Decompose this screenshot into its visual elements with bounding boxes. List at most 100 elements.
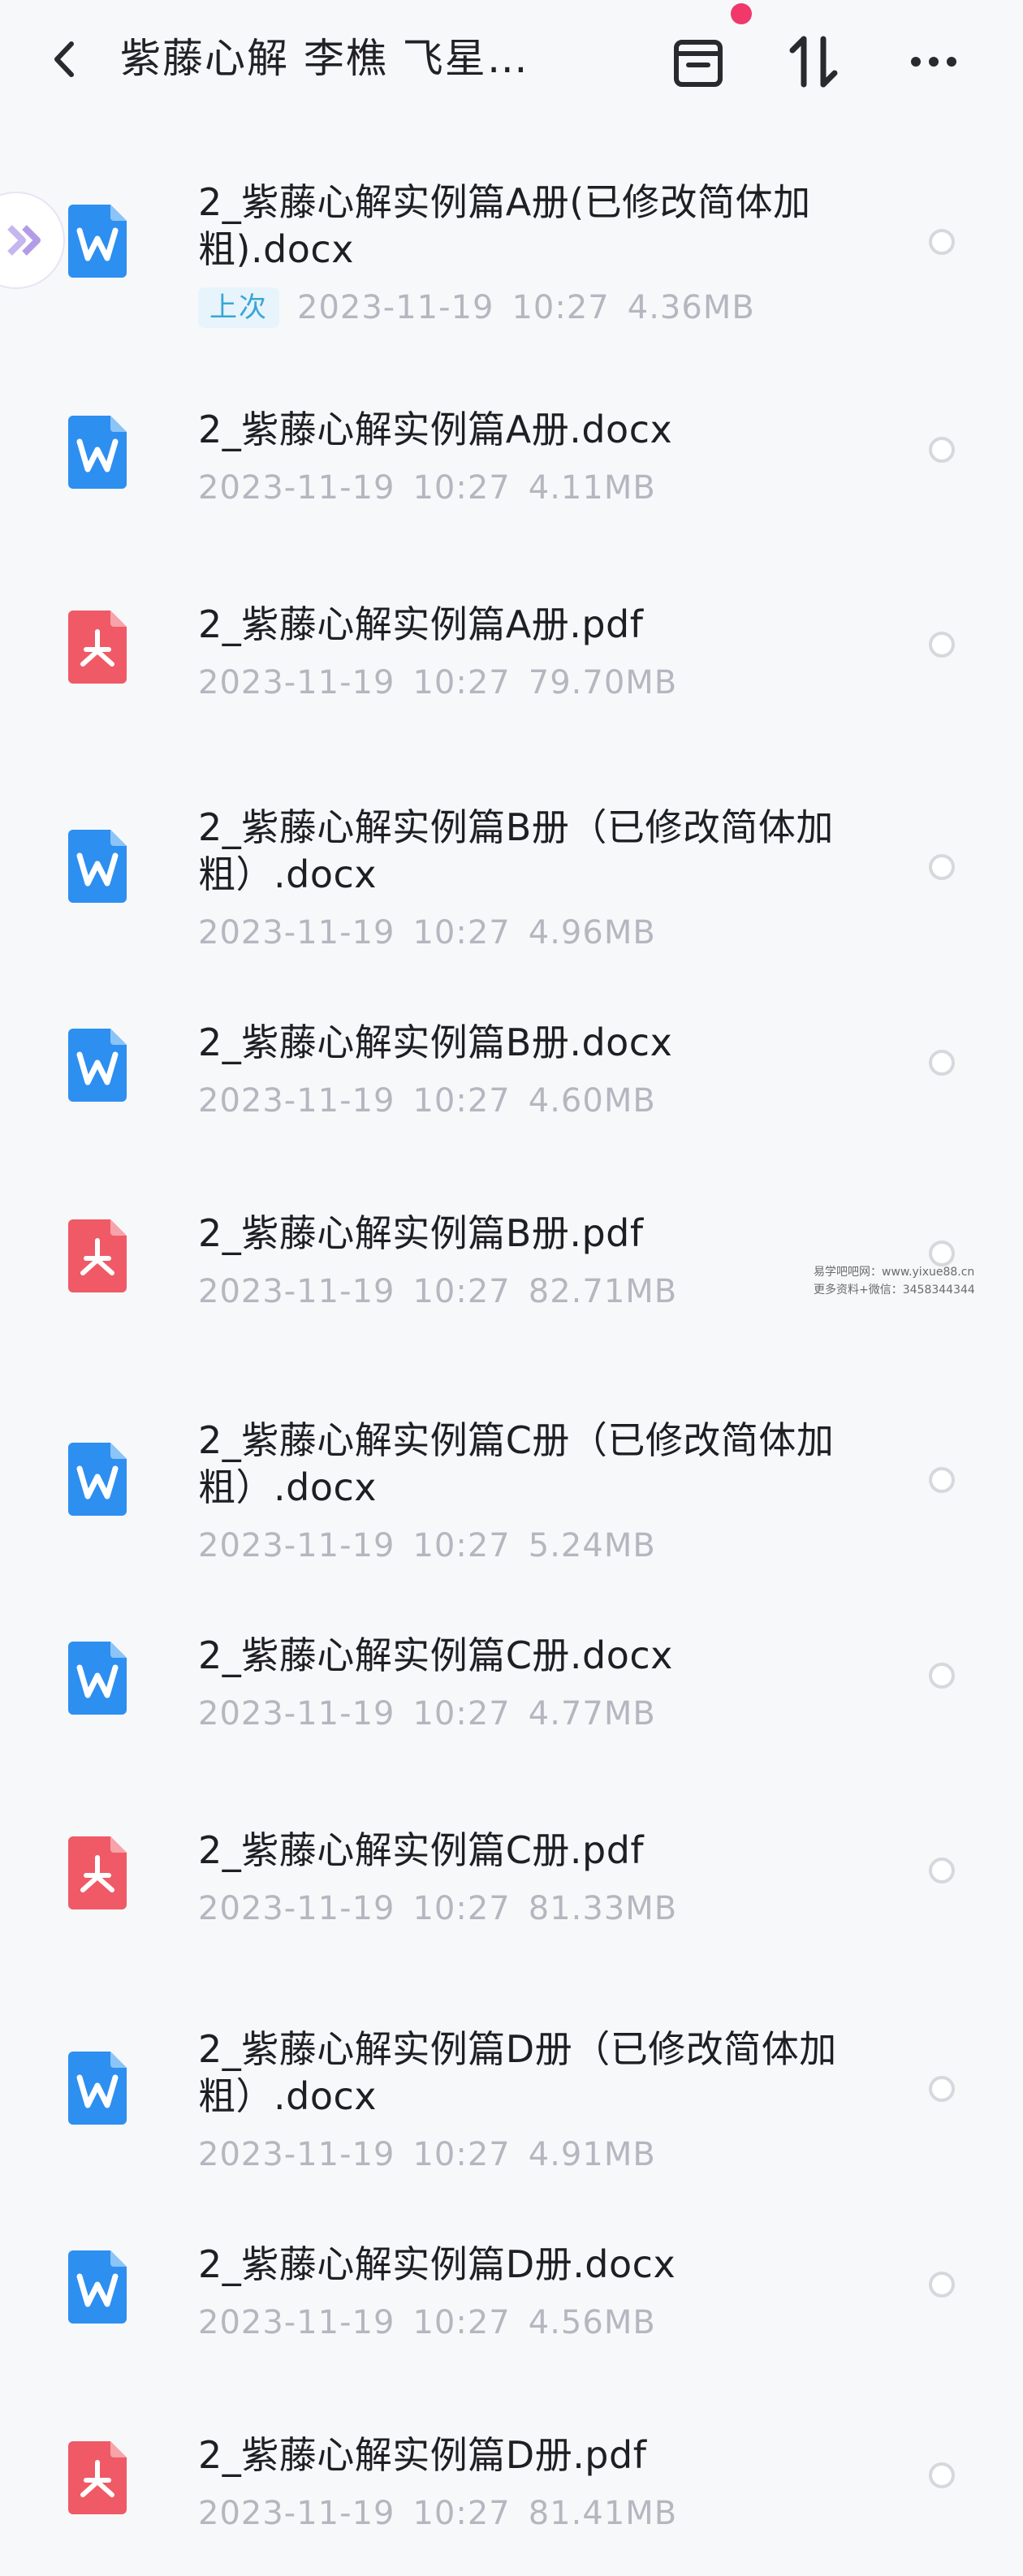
file-name: 2_紫藤心解实例篇B册（已修改简体加粗）.docx	[198, 805, 834, 896]
notification-dot	[731, 3, 752, 24]
select-radio[interactable]	[929, 1663, 955, 1689]
file-name: 2_紫藤心解实例篇C册（已修改简体加粗）.docx	[198, 1418, 835, 1509]
file-meta: 2023-11-19 10:27 4.60MB	[198, 1081, 674, 1121]
select-radio[interactable]	[929, 1858, 955, 1883]
file-date: 2023-11-19	[198, 1527, 395, 1564]
select-radio[interactable]	[929, 2076, 955, 2102]
word-file-icon	[65, 826, 130, 904]
file-size: 82.71MB	[528, 1273, 678, 1310]
file-name: 2_紫藤心解实例篇B册.pdf	[198, 1211, 644, 1255]
file-time: 10:27	[412, 1082, 511, 1120]
word-file-icon	[65, 2247, 130, 2325]
top-bar: 紫藤心解 李樵 飞星…	[0, 0, 1023, 122]
last-opened-badge: 上次	[198, 287, 279, 328]
pdf-file-icon	[65, 1833, 130, 1911]
file-size: 4.60MB	[528, 1082, 656, 1120]
file-date: 2023-11-19	[198, 2495, 395, 2532]
select-radio[interactable]	[929, 1467, 955, 1493]
sort-arrows-icon	[789, 36, 838, 88]
file-size: 4.36MB	[627, 289, 755, 326]
file-list-item[interactable]: 2_紫藤心解实例篇A册.docx 2023-11-19 10:27 4.11MB	[0, 373, 1023, 528]
word-file-icon	[65, 1439, 130, 1517]
select-radio[interactable]	[929, 2462, 955, 2488]
page-title: 紫藤心解 李樵 飞星…	[120, 35, 529, 82]
file-name: 2_紫藤心解实例篇A册.pdf	[198, 602, 644, 646]
file-list-item[interactable]: 2_紫藤心解实例篇C册（已修改简体加粗）.docx 2023-11-19 10:27…	[0, 1384, 1023, 1579]
file-name: 2_紫藤心解实例篇C册.docx	[198, 1633, 673, 1677]
file-list-item[interactable]: 2_紫藤心解实例篇D册.docx 2023-11-19 10:27 4.56MB	[0, 2208, 1023, 2362]
file-name: 2_紫藤心解实例篇A册.docx	[198, 408, 673, 451]
file-date: 2023-11-19	[198, 1082, 395, 1120]
more-dots-icon	[911, 57, 956, 67]
file-date: 2023-11-19	[198, 469, 395, 507]
file-list-item[interactable]: 2_紫藤心解实例篇A册.pdf 2023-11-19 10:27 79.70MB	[0, 568, 1023, 723]
file-time: 10:27	[412, 664, 511, 701]
file-size: 81.33MB	[528, 1890, 678, 1927]
file-date: 2023-11-19	[198, 1273, 395, 1310]
file-date: 2023-11-19	[297, 289, 494, 326]
archive-box-icon	[674, 40, 723, 87]
word-file-icon	[65, 201, 130, 279]
select-radio[interactable]	[929, 2272, 955, 2298]
back-button[interactable]	[42, 31, 91, 88]
word-file-icon	[65, 2048, 130, 2126]
pdf-file-icon	[65, 1216, 130, 1294]
file-date: 2023-11-19	[198, 664, 395, 701]
file-meta: 2023-11-19 10:27 4.91MB	[198, 2134, 674, 2175]
archive-button[interactable]	[666, 29, 731, 94]
file-name: 2_紫藤心解实例篇B册.docx	[198, 1020, 673, 1064]
file-name: 2_紫藤心解实例篇C册.pdf	[198, 1828, 645, 1872]
select-radio[interactable]	[929, 437, 955, 463]
file-date: 2023-11-19	[198, 1695, 395, 1732]
file-name: 2_紫藤心解实例篇D册（已修改简体加粗）.docx	[198, 2027, 837, 2118]
file-name: 2_紫藤心解实例篇D册.pdf	[198, 2433, 647, 2477]
file-size: 4.91MB	[528, 2136, 656, 2173]
file-time: 10:27	[412, 2495, 511, 2532]
sort-button[interactable]	[781, 29, 846, 94]
file-time: 10:27	[412, 1695, 511, 1732]
file-meta: 2023-11-19 10:27 4.96MB	[198, 913, 674, 953]
file-meta: 上次 2023-11-19 10:27 4.36MB	[198, 287, 773, 328]
file-list-item[interactable]: 2_紫藤心解实例篇C册.pdf 2023-11-19 10:27 81.33MB	[0, 1794, 1023, 1948]
file-date: 2023-11-19	[198, 2136, 395, 2173]
watermark: 易学吧吧网：www.yixue88.cn 更多资料+微信：3458344344	[814, 1266, 975, 1297]
file-time: 10:27	[412, 914, 511, 951]
file-time: 10:27	[412, 2136, 511, 2173]
file-time: 10:27	[412, 1527, 511, 1564]
file-name: 2_紫藤心解实例篇D册.docx	[198, 2242, 676, 2286]
chevron-left-icon	[54, 41, 74, 77]
file-list-item[interactable]: 2_紫藤心解实例篇B册.pdf 2023-11-19 10:27 82.71MB	[0, 1177, 1023, 1331]
file-meta: 2023-11-19 10:27 4.77MB	[198, 1694, 674, 1734]
file-list-item[interactable]: 2_紫藤心解实例篇B册.docx 2023-11-19 10:27 4.60MB	[0, 986, 1023, 1141]
select-radio[interactable]	[929, 229, 955, 255]
file-meta: 2023-11-19 10:27 4.11MB	[198, 468, 674, 508]
pdf-file-icon	[65, 2438, 130, 2516]
select-radio[interactable]	[929, 854, 955, 880]
file-time: 10:27	[412, 469, 511, 507]
file-meta: 2023-11-19 10:27 5.24MB	[198, 1525, 674, 1566]
file-size: 4.77MB	[528, 1695, 656, 1732]
file-size: 79.70MB	[528, 664, 678, 701]
file-list-item[interactable]: 2_紫藤心解实例篇D册.pdf 2023-11-19 10:27 81.41MB	[0, 2399, 1023, 2553]
file-name: 2_紫藤心解实例篇A册(已修改简体加粗).docx	[198, 180, 811, 271]
word-file-icon	[65, 1025, 130, 1103]
file-meta: 2023-11-19 10:27 81.41MB	[198, 2493, 695, 2534]
file-time: 10:27	[412, 2304, 511, 2341]
file-size: 4.96MB	[528, 914, 656, 951]
file-time: 10:27	[412, 1273, 511, 1310]
file-time: 10:27	[512, 289, 610, 326]
file-list-item[interactable]: 2_紫藤心解实例篇B册（已修改简体加粗）.docx 2023-11-19 10:27…	[0, 771, 1023, 966]
file-list-item[interactable]: 2_紫藤心解实例篇A册(已修改简体加粗).docx 上次 2023-11-19 10:…	[0, 146, 1023, 341]
file-meta: 2023-11-19 10:27 79.70MB	[198, 662, 695, 703]
file-list-item[interactable]: 2_紫藤心解实例篇D册（已修改简体加粗）.docx 2023-11-19 10:27…	[0, 1993, 1023, 2188]
word-file-icon	[65, 412, 130, 490]
word-file-icon	[65, 1638, 130, 1716]
file-meta: 2023-11-19 10:27 81.33MB	[198, 1888, 695, 1929]
file-meta: 2023-11-19 10:27 4.56MB	[198, 2302, 674, 2343]
select-radio[interactable]	[929, 1050, 955, 1076]
more-button[interactable]	[901, 29, 966, 94]
file-size: 4.56MB	[528, 2304, 656, 2341]
pdf-file-icon	[65, 607, 130, 685]
file-list-item[interactable]: 2_紫藤心解实例篇C册.docx 2023-11-19 10:27 4.77MB	[0, 1599, 1023, 1754]
select-radio[interactable]	[929, 632, 955, 658]
